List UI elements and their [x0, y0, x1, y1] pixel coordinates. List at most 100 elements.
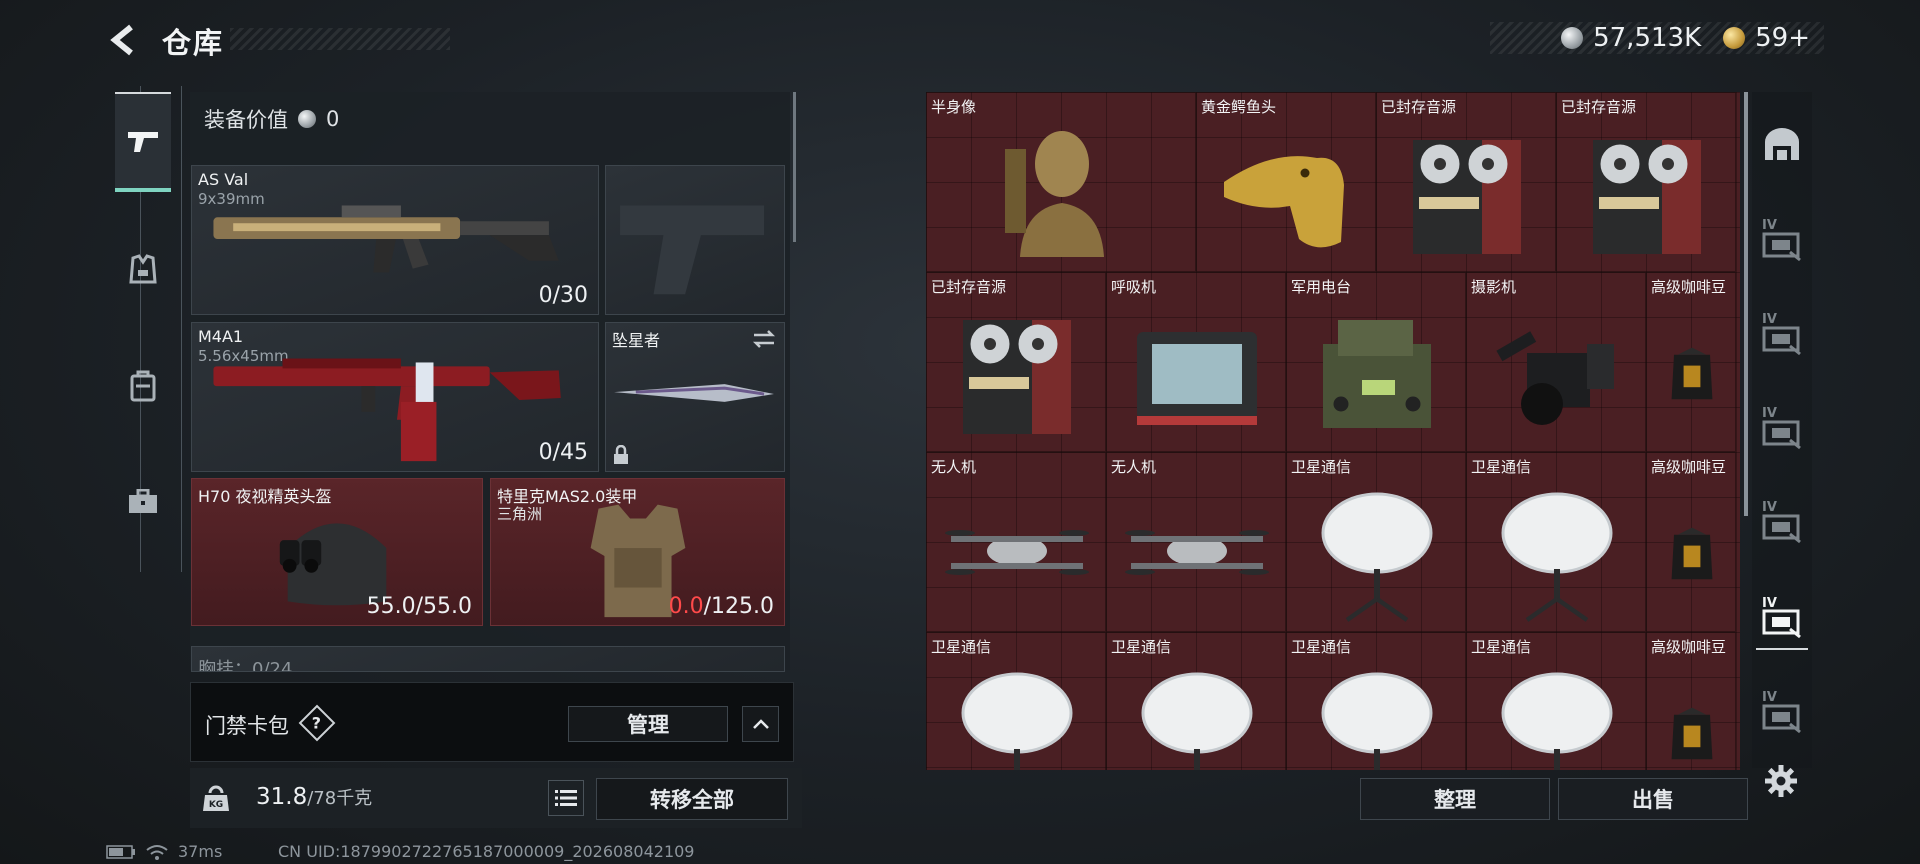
melee-slot[interactable]: 坠星者 [605, 322, 785, 472]
stash-item-satellite-dish[interactable]: 卫星通信 [1286, 452, 1466, 632]
item-label: 已封存音源 [1381, 98, 1457, 116]
stash-item-ventilator[interactable]: 呼吸机 [1106, 272, 1286, 452]
item-label: 卫星通信 [1291, 638, 1352, 656]
lock-icon [614, 445, 628, 464]
stash-item-coffee-bag[interactable]: 高级咖啡豆 [1646, 452, 1736, 632]
item-label: 卫星通信 [1291, 458, 1352, 476]
drone-icon [1125, 530, 1269, 575]
gold-coin-icon [1723, 27, 1746, 49]
tab-container-4[interactable]: IV [1756, 494, 1808, 554]
tape-recorder-icon [1593, 140, 1701, 254]
stash-item-tape-recorder[interactable]: 已封存音源 [1376, 92, 1556, 272]
armor-slot[interactable]: 特里克MAS2.0装甲 三角洲 0.0/125.0 [490, 478, 785, 626]
stash-item-military-radio[interactable]: 军用电台 [1286, 272, 1466, 452]
gear-icon [1765, 765, 1797, 797]
sell-button[interactable]: 出售 [1558, 778, 1748, 820]
help-icon: ? [312, 713, 322, 733]
stash-item-bust[interactable]: 半身像 [926, 92, 1196, 272]
transfer-all-button[interactable]: 转移全部 [596, 778, 788, 820]
secondary-ammo-count: 0/45 [538, 440, 588, 465]
stash-item-satellite-dish[interactable]: 卫星通信 [1286, 632, 1466, 770]
tier-label: IV [1762, 596, 1777, 611]
coffee-bag-icon [1671, 707, 1713, 760]
item-label: 卫星通信 [1111, 638, 1172, 656]
stash-item-coffee-bag[interactable]: 高级咖啡豆 [1646, 632, 1736, 770]
tab-backpack[interactable] [115, 336, 171, 436]
status-bar: 37ms [106, 842, 222, 861]
helmet-durability: 55.0/55.0 [366, 594, 472, 619]
manage-button[interactable]: 管理 [568, 706, 728, 742]
satellite-dish-icon [1321, 672, 1433, 770]
stash-item-satellite-dish[interactable]: 卫星通信 [1466, 452, 1646, 632]
tab-all-stash[interactable] [1756, 114, 1808, 174]
silver-coin-icon [298, 110, 316, 128]
satellite-dish-icon [961, 672, 1073, 770]
helmet-slot[interactable]: H70 夜视精英头盔 55.0/55.0 [191, 478, 483, 626]
croc-head-icon [1224, 156, 1344, 248]
satellite-dish-icon [1501, 492, 1613, 622]
chest-rig-slot[interactable]: 胸挂：0/24 [191, 646, 785, 672]
item-label: 高级咖啡豆 [1651, 638, 1727, 656]
stash-grid: 半身像 黄金鳄鱼头 已封存音源 已封存音源 已封存音源 呼吸机 军用电台 摄影机 高级咖啡豆 无人… [926, 92, 1740, 770]
collapse-button[interactable] [742, 706, 779, 742]
item-label: 卫星通信 [1471, 458, 1532, 476]
tab-container-6[interactable]: IV [1756, 684, 1808, 744]
equipment-scrollbar[interactable] [793, 92, 796, 242]
stash-item-drone[interactable]: 无人机 [1106, 452, 1286, 632]
stash-item-drone[interactable]: 无人机 [926, 452, 1106, 632]
item-label: 高级咖啡豆 [1651, 278, 1727, 296]
gold-amount[interactable]: 59+ [1755, 23, 1810, 53]
list-button[interactable] [548, 780, 584, 816]
tier-label: IV [1762, 406, 1777, 421]
tab-weapons[interactable] [115, 92, 171, 192]
tape-recorder-icon [963, 320, 1071, 434]
stash-item-croc-head[interactable]: 黄金鳄鱼头 [1196, 92, 1376, 272]
kettlebell-icon: KG [203, 785, 229, 811]
primary-ammo-count: 0/30 [538, 283, 588, 308]
item-label: 半身像 [931, 98, 977, 116]
secondary-weapon-slot[interactable]: M4A1 5.56x45mm 0/45 [191, 322, 599, 472]
svg-text:KG: KG [209, 800, 223, 810]
backpack-icon [130, 370, 156, 402]
ping-text: 37ms [178, 842, 223, 861]
tab-container-1[interactable]: IV [1756, 212, 1808, 272]
item-label: 已封存音源 [931, 278, 1007, 296]
currency-bar: 57,513K 59+ [1490, 22, 1824, 54]
silver-amount: 57,513K [1593, 23, 1702, 53]
rifle-icon [213, 358, 561, 462]
battery-icon [106, 844, 135, 859]
briefcase-icon [129, 489, 157, 513]
knife-icon [614, 384, 774, 402]
sort-button[interactable]: 整理 [1360, 778, 1550, 820]
primary-weapon-slot[interactable]: AS Val 9x39mm 0/30 [191, 165, 599, 315]
item-label: 无人机 [1111, 458, 1157, 476]
stash-item-satellite-dish[interactable]: 卫星通信 [1106, 632, 1286, 770]
stash-item-satellite-dish[interactable]: 卫星通信 [926, 632, 1106, 770]
uid-text: CN UID:1879902722765187000009_2026080421… [278, 842, 695, 861]
tab-armor[interactable] [115, 220, 171, 320]
stash-scrollbar[interactable] [1744, 92, 1748, 516]
stash-item-tape-recorder[interactable]: 已封存音源 [1556, 92, 1736, 272]
back-button[interactable] [104, 20, 144, 60]
satellite-dish-icon [1501, 672, 1613, 770]
title-decoration [230, 28, 450, 50]
stash-item-coffee-bag[interactable]: 高级咖啡豆 [1646, 272, 1736, 452]
settings-button[interactable] [1762, 762, 1800, 800]
weight-value: 31.8/78千克 [256, 784, 373, 810]
ventilator-icon [1137, 332, 1257, 425]
pistol-slot[interactable] [605, 165, 785, 315]
tab-container-3[interactable]: IV [1756, 400, 1808, 460]
item-label: 卫星通信 [931, 638, 992, 656]
military-radio-icon [1323, 320, 1431, 428]
bust-icon [1005, 131, 1104, 257]
pistol-placeholder-icon [620, 205, 765, 295]
stash-item-camera[interactable]: 摄影机 [1466, 272, 1646, 452]
camera-icon [1496, 331, 1614, 425]
stash-item-tape-recorder[interactable]: 已封存音源 [926, 272, 1106, 452]
tab-container-2[interactable]: IV [1756, 306, 1808, 366]
stash-item-satellite-dish[interactable]: 卫星通信 [1466, 632, 1646, 770]
tab-container-5[interactable]: IV [1756, 590, 1808, 650]
warehouse-icon [1765, 128, 1799, 160]
tab-case[interactable] [115, 452, 171, 552]
chevron-up-icon [752, 719, 769, 729]
